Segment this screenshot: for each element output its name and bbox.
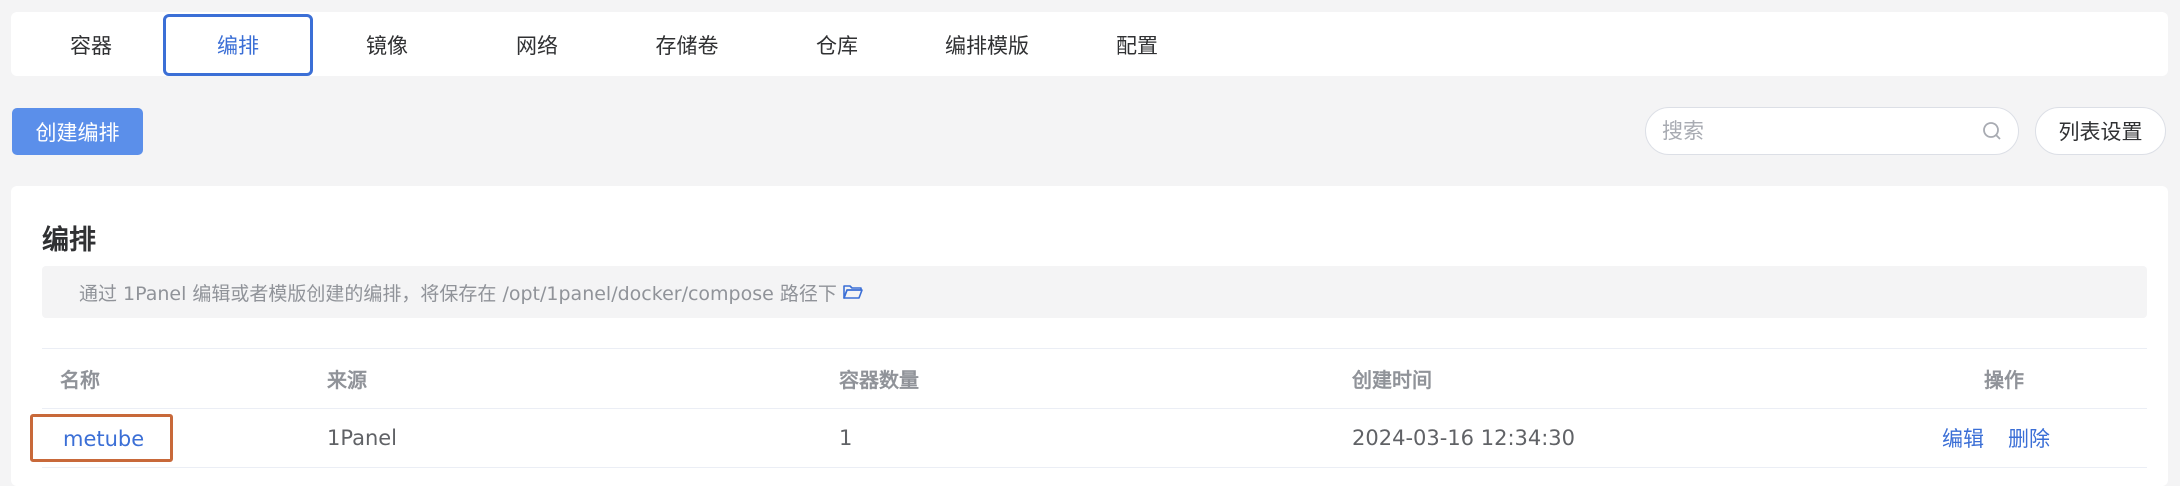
notice-text: 通过 1Panel 编辑或者模版创建的编排，将保存在 /opt/1panel/d… (79, 282, 837, 305)
tab-repositories[interactable]: 仓库 (762, 14, 912, 76)
tab-settings[interactable]: 配置 (1062, 14, 1212, 76)
created-time-cell: 2024-03-16 12:34:30 (1352, 426, 1576, 450)
table-header: 名称 来源 容器数量 创建时间 操作 (42, 348, 2147, 408)
tab-containers[interactable]: 容器 (16, 14, 166, 76)
tab-compose[interactable]: 编排 (163, 14, 313, 76)
search-icon[interactable] (1980, 119, 2004, 143)
column-header-created-time: 创建时间 (1352, 368, 1432, 392)
tab-images[interactable]: 镜像 (312, 14, 462, 76)
container-count-cell: 1 (839, 426, 853, 450)
page-title: 编排 (42, 225, 96, 256)
tab-volumes[interactable]: 存储卷 (612, 14, 762, 76)
info-notice: 通过 1Panel 编辑或者模版创建的编排，将保存在 /opt/1panel/d… (42, 266, 2147, 318)
list-settings-button[interactable]: 列表设置 (2035, 107, 2166, 155)
search-input[interactable] (1662, 119, 1980, 143)
edit-button[interactable]: 编辑 (1942, 423, 1984, 453)
column-header-actions: 操作 (1984, 368, 2024, 392)
tab-compose-templates[interactable]: 编排模版 (912, 14, 1062, 76)
create-compose-button[interactable]: 创建编排 (12, 108, 143, 155)
actions-cell: 编辑 删除 (1942, 409, 2074, 467)
compose-name-link[interactable]: metube (30, 414, 174, 462)
name-cell: metube (30, 409, 203, 467)
column-header-container-count: 容器数量 (839, 368, 919, 392)
tab-networks[interactable]: 网络 (462, 14, 612, 76)
folder-open-icon[interactable] (843, 284, 863, 300)
compose-table: 名称 来源 容器数量 创建时间 操作 metube 1Panel 1 2024-… (30, 348, 2147, 468)
column-header-source: 来源 (327, 368, 367, 392)
table-row: metube 1Panel 1 2024-03-16 12:34:30 编辑 删… (30, 408, 2147, 468)
delete-button[interactable]: 删除 (2008, 423, 2050, 453)
source-cell: 1Panel (327, 426, 398, 450)
search-box (1645, 107, 2019, 155)
column-header-name: 名称 (60, 368, 100, 392)
compose-panel: 编排 通过 1Panel 编辑或者模版创建的编排，将保存在 /opt/1pane… (11, 186, 2168, 486)
tab-bar: 容器 编排 镜像 网络 存储卷 仓库 编排模版 配置 (11, 12, 2168, 76)
